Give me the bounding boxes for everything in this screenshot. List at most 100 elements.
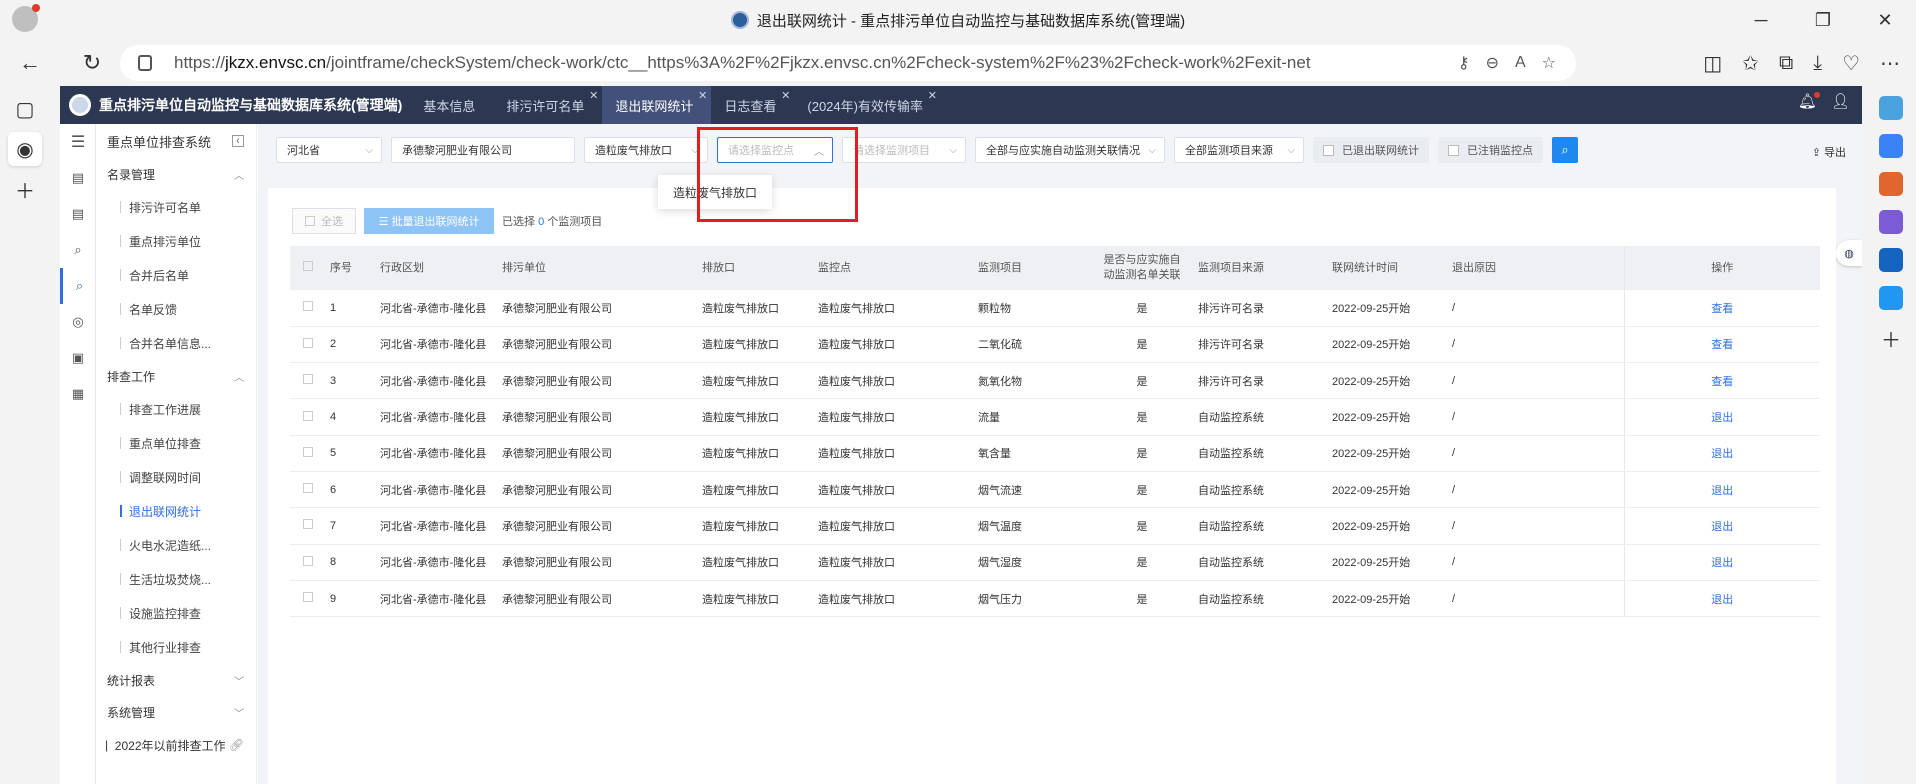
row-checkbox[interactable] — [290, 471, 326, 509]
menu-item-power-cement-paper[interactable]: 火电水泥造纸... — [97, 528, 256, 562]
cell-action[interactable]: 退出 — [1623, 398, 1820, 436]
cell-action[interactable]: 退出 — [1623, 544, 1820, 581]
search-button[interactable]: ⌕ — [1552, 137, 1578, 163]
menu-item-facility-monitoring[interactable]: 设施监控排查 — [97, 596, 256, 630]
cell-action[interactable]: 查看 — [1623, 362, 1820, 400]
cell-action[interactable]: 查看 — [1623, 290, 1820, 327]
module-icon-2[interactable]: ▤ — [60, 196, 96, 232]
batch-exit-button[interactable]: ☰ 批量退出联网统计 — [364, 208, 494, 234]
row-checkbox[interactable] — [290, 326, 326, 364]
favorite-star-icon[interactable]: ☆ — [1542, 53, 1556, 73]
module-icon-7[interactable]: ▦ — [60, 376, 96, 412]
header-checkbox[interactable] — [290, 246, 326, 290]
close-icon[interactable]: ✕ — [1854, 0, 1916, 40]
search-sidebar-icon[interactable] — [1879, 96, 1903, 120]
cell-action[interactable]: 退出 — [1623, 580, 1820, 618]
minimize-icon[interactable]: ─ — [1730, 0, 1792, 40]
tab-label: 退出联网统计 — [615, 98, 694, 114]
source-select[interactable]: 全部监测项目来源 ⌵ — [1174, 137, 1304, 163]
menu-item-other-industries[interactable]: 其他行业排查 — [97, 630, 256, 664]
close-tab-icon[interactable]: ✕ — [698, 89, 707, 102]
cell-action[interactable]: 退出 — [1623, 471, 1820, 509]
menu-item-merged-info[interactable]: 合并名单信息... — [97, 326, 256, 360]
menu-group-reports[interactable]: 统计报表 ﹀ — [97, 664, 256, 696]
key-icon[interactable]: ⚷ — [1458, 53, 1470, 73]
cell-region: 河北省-承德市-隆化县 — [376, 471, 498, 509]
export-button[interactable]: ⇪ 导出 — [1812, 144, 1846, 160]
copilot-icon[interactable] — [1879, 210, 1903, 234]
row-checkbox[interactable] — [290, 362, 326, 400]
tools-icon[interactable] — [1879, 172, 1903, 196]
profile-avatar[interactable] — [12, 4, 40, 32]
tab-actions-icon[interactable]: ▢ — [8, 92, 42, 126]
browser-essentials-icon[interactable]: ♡ — [1842, 51, 1860, 76]
menu-item-adjust-network-time[interactable]: 调整联网时间 — [97, 460, 256, 494]
row-checkbox[interactable] — [290, 580, 326, 618]
menu-item-progress[interactable]: 排查工作进展 — [97, 392, 256, 426]
user-icon[interactable]: 👤︎ — [1831, 92, 1850, 110]
close-tab-icon[interactable]: ✕ — [781, 89, 790, 102]
menu-item-key-unit-inspection[interactable]: 重点单位排查 — [97, 426, 256, 460]
menu-item-exit-network-stats[interactable]: 退出联网统计 — [97, 494, 256, 528]
translate-globe-icon[interactable]: ◍ — [1836, 240, 1862, 266]
cancelled-point-checkbox[interactable]: 已注销监控点 — [1438, 137, 1543, 163]
add-sidebar-icon[interactable]: ＋ — [1879, 324, 1903, 352]
collections-icon[interactable]: ⧉ — [1779, 52, 1793, 75]
send-icon[interactable] — [1879, 286, 1903, 310]
monitor-item-select[interactable]: 请选择监测项目 ⌵ — [842, 137, 966, 163]
more-menu-icon[interactable]: ⋯ — [1880, 51, 1900, 76]
menu-item-key-units[interactable]: 重点排污单位 — [97, 224, 256, 258]
refresh-icon[interactable]: ↻ — [74, 45, 110, 81]
exited-network-checkbox[interactable]: 已退出联网统计 — [1313, 137, 1429, 163]
maximize-icon[interactable]: ❐ — [1792, 0, 1854, 40]
menu-toggle-icon[interactable]: ☰ — [60, 124, 96, 160]
zoom-icon[interactable]: ⊖ — [1486, 53, 1499, 73]
shopping-icon[interactable] — [1879, 134, 1903, 158]
cell-action[interactable]: 退出 — [1623, 435, 1820, 472]
province-select[interactable]: 河北省 ⌵ — [276, 137, 382, 163]
module-icon-1[interactable]: ▤ — [60, 160, 96, 196]
tab-permit-list[interactable]: 排污许可名单 ✕ — [493, 86, 602, 124]
module-icon-5[interactable]: ◎ — [60, 304, 96, 340]
row-checkbox[interactable] — [290, 435, 326, 472]
menu-item-list-feedback[interactable]: 名单反馈 — [97, 292, 256, 326]
menu-group-system[interactable]: 系统管理 ﹀ — [97, 696, 256, 728]
collapse-icon[interactable]: ‹ — [232, 135, 244, 147]
tab-transmission-rate[interactable]: (2024年)有效传输率 ✕ — [794, 86, 941, 124]
read-aloud-icon[interactable]: A — [1515, 54, 1526, 72]
menu-group-inspection[interactable]: 排查工作 ︿ — [97, 360, 256, 392]
menu-group-catalog[interactable]: 名录管理 ︿ — [97, 158, 256, 190]
close-tab-icon[interactable]: ✕ — [928, 89, 937, 102]
bell-icon[interactable]: 🔔︎ — [1798, 92, 1821, 110]
menu-item-pre-2022[interactable]: | 2022年以前排查工作 🔗︎ — [97, 728, 256, 762]
tab-exit-network-stats[interactable]: 退出联网统计 ✕ — [602, 86, 712, 124]
outlet-select[interactable]: 造粒废气排放口 ⌵ — [584, 137, 708, 163]
favorites-icon[interactable]: ✩ — [1742, 51, 1759, 76]
row-checkbox[interactable] — [290, 398, 326, 436]
active-tab-favicon-icon[interactable]: ◉ — [8, 132, 42, 166]
tab-basic-info[interactable]: 基本信息 — [410, 86, 493, 124]
back-icon[interactable]: ← — [12, 45, 48, 81]
company-input[interactable]: 承德黎河肥业有限公司 — [391, 137, 575, 163]
outlook-icon[interactable] — [1879, 248, 1903, 272]
row-checkbox[interactable] — [290, 507, 326, 545]
address-bar[interactable]: https://jkzx.envsc.cn/jointframe/checkSy… — [120, 45, 1576, 81]
relation-select[interactable]: 全部与应实施自动监测关联情况 ⌵ — [975, 137, 1165, 163]
cell-action[interactable]: 查看 — [1623, 326, 1820, 364]
tab-log-view[interactable]: 日志查看 ✕ — [711, 86, 794, 124]
row-checkbox[interactable] — [290, 544, 326, 581]
module-icon-4[interactable]: ⌕ — [60, 268, 96, 304]
download-icon[interactable]: ⤓ — [1813, 52, 1822, 75]
new-tab-icon[interactable]: ＋ — [8, 172, 42, 206]
close-tab-icon[interactable]: ✕ — [589, 89, 598, 102]
menu-item-merged-list[interactable]: 合并后名单 — [97, 258, 256, 292]
menu-item-waste-incineration[interactable]: 生活垃圾焚烧... — [97, 562, 256, 596]
cell-action[interactable]: 退出 — [1623, 507, 1820, 545]
cell-relation: 是 — [1090, 362, 1194, 400]
row-checkbox[interactable] — [290, 290, 326, 327]
menu-item-permit-list[interactable]: 排污许可名单 — [97, 190, 256, 224]
module-icon-3[interactable]: ⌕ — [60, 232, 96, 268]
split-screen-icon[interactable]: ◫ — [1703, 51, 1722, 76]
module-icon-6[interactable]: ▣ — [60, 340, 96, 376]
select-all-button[interactable]: 全选 — [292, 208, 356, 234]
